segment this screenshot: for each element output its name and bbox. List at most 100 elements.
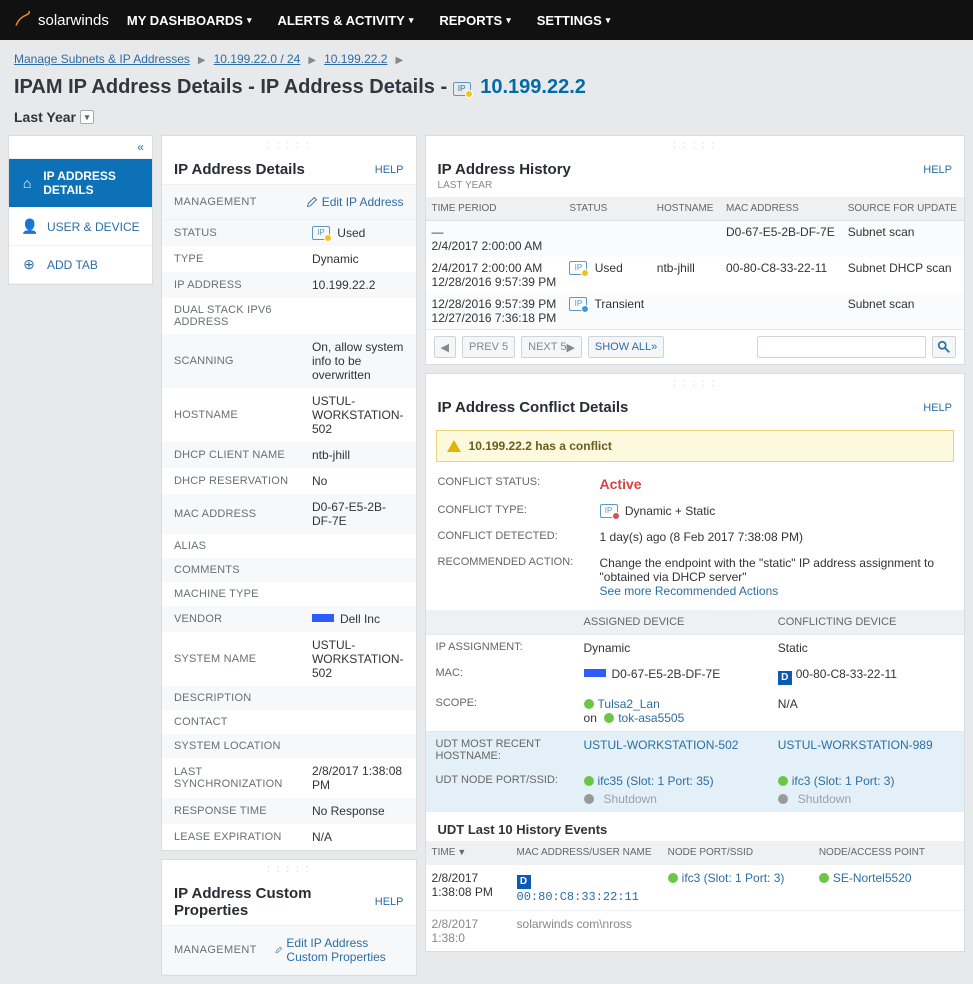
side-tab-label: ADD TAB — [47, 258, 98, 272]
detail-row: IP ADDRESS10.199.22.2 — [162, 272, 416, 298]
history-col-header[interactable]: STATUS — [563, 197, 650, 221]
status-dot-icon — [584, 794, 594, 804]
ip-details-panel: : : : : : IP Address Details HELP MANAGE… — [161, 135, 417, 851]
udt-col-header[interactable]: NODE PORT/SSID — [662, 841, 813, 864]
page-title-prefix: IPAM IP Address Details - IP Address Det… — [14, 76, 453, 98]
history-col-header[interactable]: HOSTNAME — [651, 197, 720, 221]
detail-row: DHCP CLIENT NAMEntb-jhill — [162, 442, 416, 468]
next5-button[interactable]: NEXT 5 ▶ — [521, 336, 582, 358]
side-tab[interactable]: ⌂IP ADDRESS DETAILS — [9, 159, 152, 208]
conflict-status-value: Active — [600, 476, 952, 492]
time-range-picker[interactable]: Last Year ▾ — [0, 109, 973, 135]
show-all-button[interactable]: SHOW ALL » — [588, 336, 664, 358]
history-col-header[interactable]: SOURCE FOR UPDATE — [842, 197, 964, 221]
dell-logo-icon — [584, 669, 606, 677]
detail-row: DESCRIPTION — [162, 686, 416, 710]
scope-link[interactable]: Tulsa2_Lan — [598, 697, 660, 711]
breadcrumb-link[interactable]: 10.199.22.2 — [324, 52, 387, 66]
drag-handle-icon[interactable]: : : : : : — [426, 374, 964, 389]
breadcrumb-link[interactable]: Manage Subnets & IP Addresses — [14, 52, 190, 66]
detail-value: On, allow system info to be overwritten — [312, 340, 404, 382]
status-dot-icon — [668, 873, 678, 883]
side-tab[interactable]: ⊕ ADD TAB — [9, 246, 152, 284]
ip-history-subtitle: LAST YEAR — [426, 180, 964, 197]
pencil-icon — [275, 944, 283, 956]
help-link[interactable]: HELP — [923, 164, 952, 176]
plus-icon: ⊕ — [21, 256, 37, 273]
help-link[interactable]: HELP — [923, 402, 952, 414]
collapse-sidebar-button[interactable]: « — [137, 140, 144, 154]
prev5-button[interactable]: PREV 5 — [462, 336, 515, 358]
nav-item[interactable]: MY DASHBOARDS▾ — [127, 13, 252, 28]
detail-value: Dell Inc — [312, 612, 404, 626]
recommended-action-value: Change the endpoint with the "static" IP… — [600, 556, 952, 598]
ip-details-title: IP Address Details — [174, 161, 305, 178]
edit-custom-props-link[interactable]: Edit IP Address Custom Properties — [275, 936, 404, 964]
assigned-scope: Tulsa2_Lan on tok-asa5505 — [576, 691, 770, 731]
history-col-header[interactable]: MAC ADDRESS — [720, 197, 842, 221]
detail-value: No Response — [312, 804, 404, 818]
ip-status-icon: IP — [569, 297, 587, 311]
udt-mac-link[interactable]: 00:80:C8:33:22:11 — [517, 890, 639, 904]
nav-item[interactable]: ALERTS & ACTIVITY▾ — [277, 13, 413, 28]
detail-row: SYSTEM LOCATION — [162, 734, 416, 758]
chevron-down-icon: ▾ — [606, 15, 611, 26]
status-dot-icon — [604, 713, 614, 723]
breadcrumb-link[interactable]: 10.199.22.0 / 24 — [214, 52, 301, 66]
warning-icon — [447, 440, 461, 452]
udt-col-header[interactable]: TIME▼ — [426, 841, 511, 864]
drag-handle-icon[interactable]: : : : : : — [162, 136, 416, 151]
conflicting-ip-assignment: Static — [770, 634, 964, 661]
detail-key: DHCP RESERVATION — [174, 475, 304, 487]
udt-hostname-label: UDT MOST RECENT HOSTNAME: — [426, 731, 576, 768]
sort-desc-icon: ▼ — [457, 847, 466, 857]
detail-key: SCANNING — [174, 355, 304, 367]
nav-item[interactable]: SETTINGS▾ — [537, 13, 611, 28]
help-link[interactable]: HELP — [375, 896, 404, 908]
user-icon: 👤 — [21, 218, 37, 235]
drag-handle-icon[interactable]: : : : : : — [426, 136, 964, 151]
chevron-right-icon: ▶ — [300, 55, 324, 66]
nav-item[interactable]: REPORTS▾ — [439, 13, 510, 28]
conflict-detected-value: 1 day(s) ago (8 Feb 2017 7:38:08 PM) — [600, 530, 952, 544]
udt-col-header[interactable]: MAC ADDRESS/USER NAME — [511, 841, 662, 864]
detail-key: MAC ADDRESS — [174, 508, 304, 520]
chevron-down-icon: ▾ — [247, 15, 252, 26]
conflict-detected-label: CONFLICT DETECTED: — [438, 530, 590, 544]
detail-key: LEASE EXPIRATION — [174, 831, 304, 843]
conflict-banner-text: 10.199.22.2 has a conflict — [469, 439, 612, 453]
detail-row: RESPONSE TIMENo Response — [162, 798, 416, 824]
history-row: 12/28/2016 9:57:39 PM12/27/2016 7:36:18 … — [426, 293, 964, 329]
drag-handle-icon[interactable]: : : : : : — [162, 860, 416, 875]
conflict-title: IP Address Conflict Details — [438, 399, 629, 416]
dell-logo-icon — [312, 614, 334, 622]
detail-key: CONTACT — [174, 716, 304, 728]
prev-page-button[interactable]: ◀ — [434, 336, 456, 358]
ip-status-icon: IP — [600, 504, 618, 518]
history-search-go-button[interactable] — [932, 336, 956, 358]
history-search-input[interactable] — [757, 336, 926, 358]
dlink-logo-icon: D — [517, 875, 531, 889]
help-link[interactable]: HELP — [375, 164, 404, 176]
detail-key: ALIAS — [174, 540, 304, 552]
history-row: 2/4/2017 2:00:00 AM12/28/2016 9:57:39 PM… — [426, 257, 964, 293]
detail-row: SCANNING On, allow system info to be over… — [162, 334, 416, 388]
udt-col-header[interactable]: NODE/ACCESS POINT — [813, 841, 964, 864]
edit-ip-address-link[interactable]: Edit IP Address — [306, 195, 404, 209]
conflicting-device-header: CONFLICTING DEVICE — [770, 610, 964, 634]
ip-status-icon: IP — [453, 82, 471, 96]
custom-props-panel: : : : : : IP Address Custom Properties H… — [161, 859, 417, 976]
udt-port-link[interactable]: ifc3 (Slot: 1 Port: 3) — [682, 871, 785, 885]
detail-row: MAC ADDRESSD0-67-E5-2B-DF-7E — [162, 494, 416, 534]
history-col-header[interactable]: TIME PERIOD — [426, 197, 564, 221]
management-label: MANAGEMENT — [174, 196, 257, 208]
scope-host-link[interactable]: tok-asa5505 — [618, 711, 684, 725]
chevron-right-icon: ▶ — [387, 55, 411, 66]
chevron-down-icon: ▾ — [506, 15, 511, 26]
side-tab[interactable]: 👤USER & DEVICE — [9, 208, 152, 246]
see-more-actions-link[interactable]: See more Recommended Actions — [600, 584, 779, 598]
assigned-device-header: ASSIGNED DEVICE — [576, 610, 770, 634]
detail-key: VENDOR — [174, 613, 304, 625]
scope-label: SCOPE: — [426, 691, 576, 731]
udt-node-link[interactable]: SE-Nortel5520 — [833, 871, 912, 885]
